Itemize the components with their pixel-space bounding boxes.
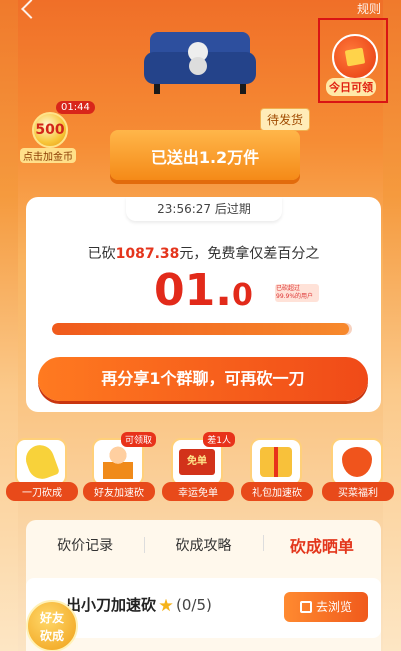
bargain-card: 23:56:27 后过期 已砍1087.38元，免费拿仅差百分之 01.0 已砍…	[26, 197, 381, 412]
percent-mini-tag: 已砍超过99.9%的用户	[275, 284, 319, 302]
tab-showcase[interactable]: 砍成晒单	[262, 533, 381, 557]
free-ticket-text: 免单	[179, 449, 215, 475]
thumb-icon	[299, 601, 312, 613]
task-title: 出小刀加速砍 (0/5)	[66, 594, 212, 615]
feature-grocery[interactable]: 买菜福利	[322, 438, 394, 501]
bargain-suffix: 元，免费拿仅差百分之	[179, 246, 320, 262]
bargain-summary: 已砍1087.38元，免费拿仅差百分之	[26, 243, 381, 263]
bargain-progress-fill	[52, 323, 349, 335]
feature-row: 一刀砍成 可领取 好友加速砍 免单 差1人 幸运免单 礼包加速砍 买菜福利	[0, 432, 401, 508]
carrot-icon	[331, 438, 383, 486]
feature-friend-speed[interactable]: 可领取 好友加速砍	[83, 432, 156, 501]
float-line1: 好友	[39, 611, 64, 625]
share-group-button[interactable]: 再分享1个群聊，可再砍一刀	[38, 357, 368, 401]
feature-label: 一刀砍成	[6, 482, 78, 501]
feature-label: 买菜福利	[322, 482, 394, 501]
claim-badge: 可领取	[120, 432, 156, 447]
tab-bargain-records[interactable]: 砍价记录	[26, 535, 144, 555]
float-line2: 砍成	[39, 629, 64, 643]
friend-success-float[interactable]: 好友 砍成	[26, 600, 78, 651]
percent-main: 01.	[154, 265, 232, 316]
missing-badge: 差1人	[203, 432, 235, 447]
today-gift-button[interactable]: 今日可领	[318, 18, 388, 103]
feature-label: 礼包加速砍	[241, 482, 313, 501]
browse-label: 去浏览	[315, 600, 352, 614]
person-icon: 可领取	[92, 432, 156, 486]
sofa-icon	[144, 32, 256, 94]
coin-value: 500	[35, 122, 65, 138]
task-count: (0/5)	[176, 596, 212, 614]
browse-button[interactable]: 去浏览	[284, 592, 368, 622]
remaining-percent: 01.0	[154, 265, 253, 316]
star-icon	[159, 598, 173, 612]
pending-ship-tag: 待发货	[260, 108, 311, 131]
gift-flag-icon	[332, 34, 378, 80]
percent-small: 0	[231, 278, 253, 313]
today-gift-label: 今日可领	[326, 78, 376, 96]
bargain-prefix: 已砍	[87, 246, 116, 262]
feature-lucky-free[interactable]: 免单 差1人 幸运免单	[162, 432, 235, 501]
free-ticket-icon: 免单 差1人	[171, 432, 235, 486]
tab-bar: 砍价记录 砍成攻略 砍成晒单	[26, 520, 381, 570]
rules-link[interactable]: 规则	[357, 0, 381, 17]
tab-panel: 砍价记录 砍成攻略 砍成晒单 出小刀加速砍 (0/5) 去浏览	[26, 520, 381, 651]
bargain-amount: 1087.38	[115, 246, 180, 262]
banana-icon	[15, 438, 67, 486]
task-title-text: 出小刀加速砍	[66, 596, 157, 614]
feature-label: 好友加速砍	[83, 482, 155, 501]
coin-timer: 01:44	[56, 101, 95, 114]
expire-countdown: 23:56:27 后过期	[126, 197, 282, 221]
bargain-progress	[52, 323, 352, 335]
feature-label: 幸运免单	[162, 482, 234, 501]
feature-gift-speed[interactable]: 礼包加速砍	[241, 438, 313, 501]
coin-label[interactable]: 点击加金币	[20, 148, 76, 163]
feature-one-cut[interactable]: 一刀砍成	[6, 438, 78, 501]
task-row: 出小刀加速砍 (0/5) 去浏览	[26, 578, 381, 638]
coin-button[interactable]: 500	[32, 112, 68, 148]
sent-count-pedestal: 已送出1.2万件	[110, 130, 300, 180]
sent-count-text: 已送出1.2万件	[150, 148, 260, 167]
tab-guide[interactable]: 砍成攻略	[144, 535, 262, 555]
gift-icon	[250, 438, 302, 486]
